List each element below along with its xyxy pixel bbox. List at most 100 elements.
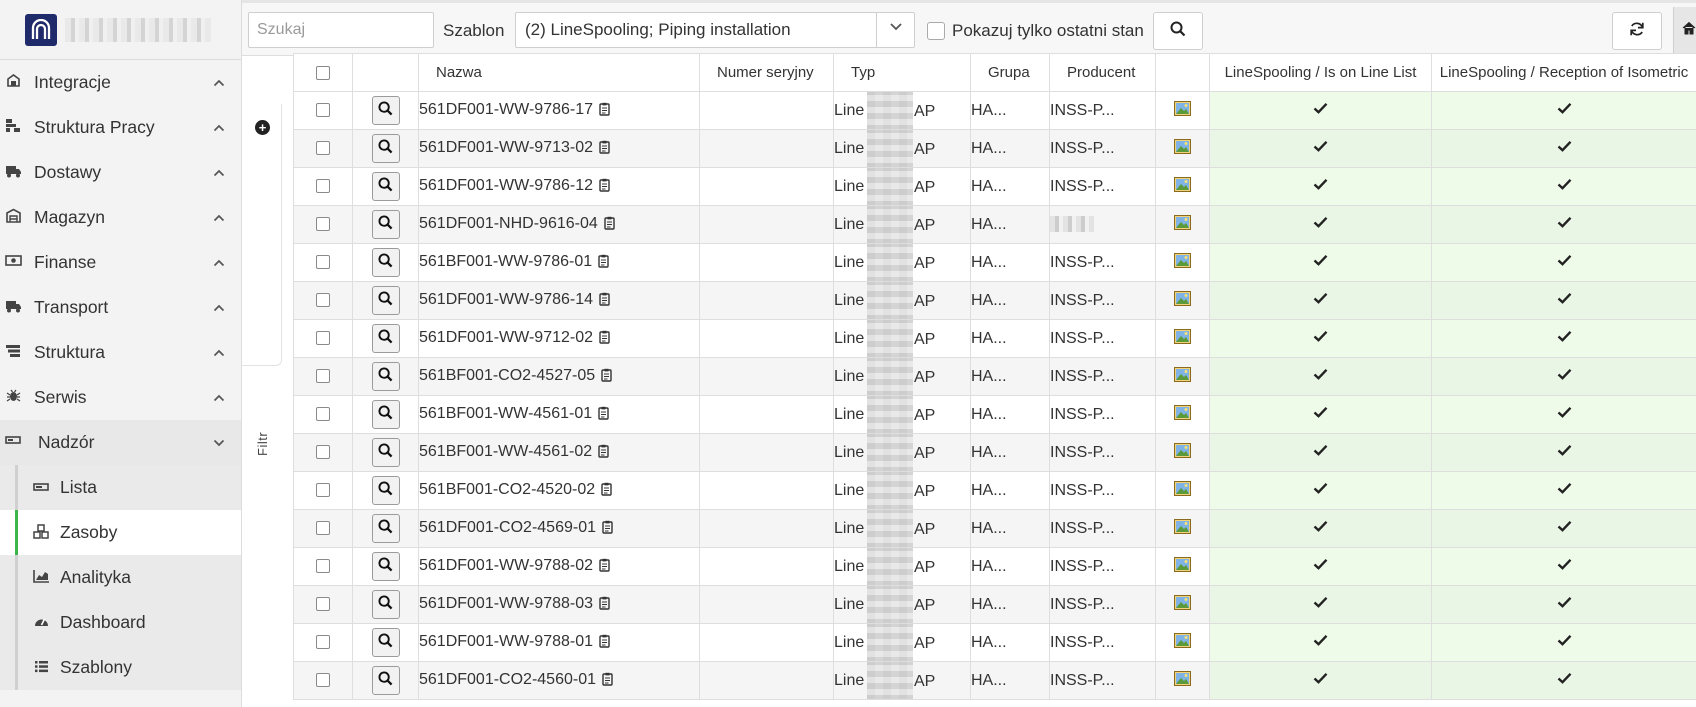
view-details-button[interactable] (371, 438, 400, 467)
clipboard-icon[interactable] (598, 254, 609, 273)
sidebar-item-nadzor[interactable]: Nadzór (0, 420, 241, 465)
sidebar-item-transport[interactable]: Transport (0, 285, 241, 330)
picture-icon[interactable] (1174, 442, 1191, 462)
sidebar-item-magazyn[interactable]: Magazyn (0, 195, 241, 240)
table-row[interactable]: 561DF001-WW-9788-02 Line AP HA... INSS-P... (293, 547, 1696, 586)
view-details-button[interactable] (371, 628, 400, 657)
table-row[interactable]: 561DF001-NHD-9616-04 Line AP HA... (293, 205, 1696, 244)
sidebar-item-serwis[interactable]: Serwis (0, 375, 241, 420)
row-checkbox[interactable] (316, 635, 330, 650)
asset-name-cell[interactable]: 561BF001-WW-9786-01 (418, 243, 700, 282)
column-header-isometric[interactable]: LineSpooling / Reception of Isometric (1431, 53, 1696, 92)
column-header-line-list[interactable]: LineSpooling / Is on Line List (1209, 53, 1432, 92)
image-cell[interactable] (1155, 623, 1210, 662)
view-details-button[interactable] (371, 514, 400, 543)
clipboard-icon[interactable] (599, 596, 610, 615)
image-cell[interactable] (1155, 357, 1210, 396)
row-checkbox[interactable] (316, 179, 330, 194)
row-checkbox[interactable] (316, 559, 330, 574)
asset-name[interactable]: 561DF001-WW-9788-01 (420, 633, 594, 650)
clipboard-icon[interactable] (599, 634, 610, 653)
asset-name-cell[interactable]: 561BF001-CO2-4520-02 (418, 471, 700, 510)
table-row[interactable]: 561BF001-WW-4561-02 Line AP HA... INSS-P... (293, 433, 1696, 472)
asset-name[interactable]: 561DF001-NHD-9616-04 (420, 215, 598, 232)
clipboard-icon[interactable] (598, 406, 609, 425)
table-row[interactable]: 561DF001-WW-9786-17 Line AP HA... INSS-P... (293, 91, 1696, 130)
filter-panel[interactable]: + Filtr (242, 104, 282, 456)
only-last-state-checkbox[interactable] (927, 22, 945, 40)
asset-name[interactable]: 561BF001-WW-4561-02 (420, 443, 593, 460)
clipboard-icon[interactable] (599, 140, 610, 159)
asset-name-cell[interactable]: 561DF001-WW-9786-14 (418, 281, 700, 320)
view-details-button[interactable] (371, 476, 400, 505)
view-details-button[interactable] (371, 590, 400, 619)
asset-name-cell[interactable]: 561DF001-WW-9713-02 (418, 129, 700, 168)
view-details-button[interactable] (371, 400, 400, 429)
asset-name-cell[interactable]: 561DF001-WW-9788-03 (418, 585, 700, 624)
row-checkbox[interactable] (316, 103, 330, 118)
row-checkbox[interactable] (316, 331, 330, 346)
sidebar-item-struktura[interactable]: Struktura (0, 330, 241, 375)
image-cell[interactable] (1155, 205, 1210, 244)
asset-name-cell[interactable]: 561DF001-CO2-4560-01 (418, 661, 700, 700)
select-all-checkbox[interactable] (316, 66, 330, 81)
image-cell[interactable] (1155, 129, 1210, 168)
row-checkbox[interactable] (316, 369, 330, 384)
picture-icon[interactable] (1174, 480, 1191, 500)
sidebar-item-integracje[interactable]: Integracje (0, 60, 241, 105)
filter-label[interactable]: Filtr (255, 432, 270, 456)
picture-icon[interactable] (1174, 100, 1191, 120)
asset-name[interactable]: 561DF001-CO2-4569-01 (420, 519, 597, 536)
clipboard-icon[interactable] (602, 672, 613, 691)
clipboard-icon[interactable] (598, 444, 609, 463)
clipboard-icon[interactable] (599, 330, 610, 349)
app-logo[interactable] (25, 13, 57, 46)
table-row[interactable]: 561DF001-WW-9713-02 Line AP HA... INSS-P... (293, 129, 1696, 168)
image-cell[interactable] (1155, 471, 1210, 510)
table-row[interactable]: 561DF001-CO2-4560-01 Line AP HA... INSS-P... (293, 661, 1696, 700)
table-row[interactable]: 561BF001-CO2-4527-05 Line AP HA... INSS-P... (293, 357, 1696, 396)
column-header-producer[interactable]: Producent (1049, 53, 1156, 92)
sidebar-item-finanse[interactable]: Finanse (0, 240, 241, 285)
asset-name-cell[interactable]: 561DF001-WW-9786-12 (418, 167, 700, 206)
row-checkbox[interactable] (316, 521, 330, 536)
table-row[interactable]: 561DF001-WW-9712-02 Line AP HA... INSS-P... (293, 319, 1696, 358)
table-row[interactable]: 561DF001-WW-9788-03 Line AP HA... INSS-P... (293, 585, 1696, 624)
clipboard-icon[interactable] (601, 482, 612, 501)
only-last-state-label[interactable]: Pokazuj tylko ostatni stan (952, 21, 1144, 41)
sidebar-subitem-dashboard[interactable]: Dashboard (0, 600, 241, 645)
view-details-button[interactable] (371, 286, 400, 315)
assets-table-container[interactable]: Nazwa Numer seryjny Typ Grupa Producent … (293, 53, 1696, 707)
view-details-button[interactable] (371, 552, 400, 581)
search-input[interactable] (248, 12, 434, 48)
sidebar-subitem-zasoby[interactable]: Zasoby (0, 510, 241, 555)
picture-icon[interactable] (1174, 328, 1191, 348)
clipboard-icon[interactable] (601, 368, 612, 387)
view-details-button[interactable] (371, 96, 400, 125)
column-header-group[interactable]: Grupa (970, 53, 1050, 92)
asset-name-cell[interactable]: 561BF001-WW-4561-01 (418, 395, 700, 434)
clipboard-icon[interactable] (599, 558, 610, 577)
view-details-button[interactable] (371, 666, 400, 695)
image-cell[interactable] (1155, 319, 1210, 358)
image-cell[interactable] (1155, 91, 1210, 130)
table-row[interactable]: 561BF001-WW-9786-01 Line AP HA... INSS-P... (293, 243, 1696, 282)
asset-name[interactable]: 561BF001-WW-9786-01 (420, 253, 593, 270)
asset-name[interactable]: 561BF001-WW-4561-01 (420, 405, 593, 422)
row-checkbox[interactable] (316, 141, 330, 156)
image-cell[interactable] (1155, 509, 1210, 548)
view-details-button[interactable] (371, 324, 400, 353)
view-details-button[interactable] (371, 134, 400, 163)
image-cell[interactable] (1155, 547, 1210, 586)
asset-name-cell[interactable]: 561DF001-WW-9788-01 (418, 623, 700, 662)
asset-name[interactable]: 561BF001-CO2-4520-02 (420, 481, 596, 498)
image-cell[interactable] (1155, 167, 1210, 206)
table-row[interactable]: 561BF001-WW-4561-01 Line AP HA... INSS-P... (293, 395, 1696, 434)
asset-name-cell[interactable]: 561DF001-WW-9788-02 (418, 547, 700, 586)
asset-name[interactable]: 561DF001-WW-9712-02 (420, 329, 594, 346)
clipboard-icon[interactable] (599, 292, 610, 311)
column-header-type[interactable]: Typ (833, 53, 971, 92)
asset-name-cell[interactable]: 561DF001-WW-9786-17 (418, 91, 700, 130)
clipboard-icon[interactable] (604, 216, 615, 235)
picture-icon[interactable] (1174, 214, 1191, 234)
